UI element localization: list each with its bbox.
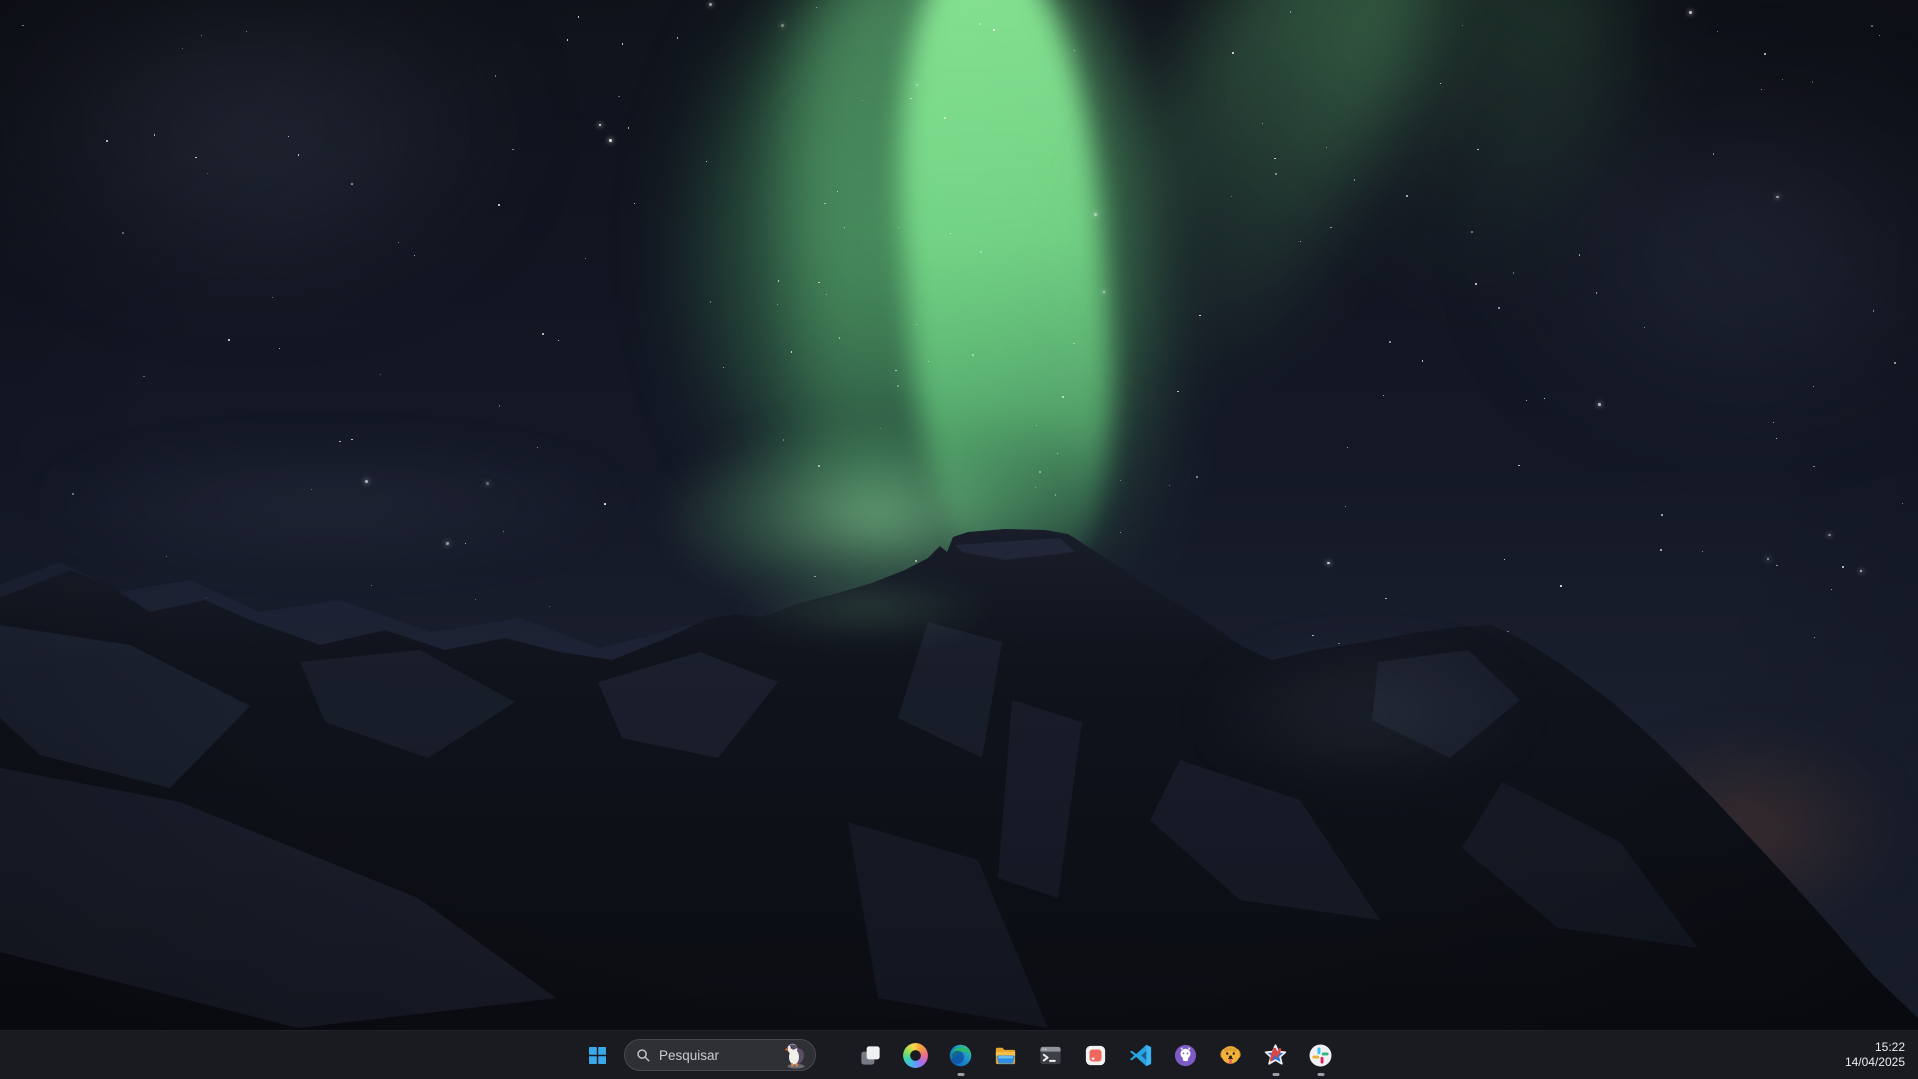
file-explorer-button[interactable] (985, 1033, 1026, 1077)
taskbar-center-group: Pesquisar (577, 1031, 1341, 1079)
copilot-icon (900, 1039, 932, 1071)
task-view-icon (858, 1043, 883, 1068)
taskbar: Pesquisar (0, 1030, 1918, 1079)
red-app-button[interactable] (1075, 1033, 1116, 1077)
search-icon (636, 1048, 651, 1063)
vscode-icon (1128, 1043, 1153, 1068)
terminal-icon (1038, 1043, 1063, 1068)
puffin-icon[interactable] (783, 1041, 809, 1069)
github-desktop-button[interactable] (1165, 1033, 1206, 1077)
running-indicator (1272, 1073, 1279, 1076)
edge-icon (948, 1043, 973, 1068)
task-view-button[interactable] (850, 1033, 891, 1077)
start-button[interactable] (577, 1033, 618, 1077)
windows-logo-icon (589, 1047, 606, 1064)
running-indicator (1317, 1073, 1324, 1076)
search-input[interactable]: Pesquisar (624, 1039, 816, 1071)
search-placeholder: Pesquisar (659, 1048, 783, 1063)
taskbar-clock[interactable]: 15:22 14/04/2025 (1836, 1031, 1914, 1079)
clock-time: 15:22 (1875, 1040, 1905, 1055)
red-app-icon (1083, 1043, 1108, 1068)
file-explorer-icon (993, 1043, 1018, 1068)
slack-icon (1308, 1043, 1333, 1068)
desktop[interactable] (0, 0, 1918, 1079)
terminal-button[interactable] (1030, 1033, 1071, 1077)
github-desktop-icon (1173, 1043, 1198, 1068)
copilot-button[interactable] (895, 1033, 936, 1077)
vscode-button[interactable] (1120, 1033, 1161, 1077)
bruno-dog-icon (1218, 1043, 1243, 1068)
edge-button[interactable] (940, 1033, 981, 1077)
clock-date: 14/04/2025 (1845, 1055, 1905, 1070)
vignette (0, 0, 1918, 1079)
slack-button[interactable] (1300, 1033, 1341, 1077)
star-app-icon (1263, 1043, 1288, 1068)
running-indicator (957, 1073, 964, 1076)
bruno-button[interactable] (1210, 1033, 1251, 1077)
star-app-button[interactable] (1255, 1033, 1296, 1077)
